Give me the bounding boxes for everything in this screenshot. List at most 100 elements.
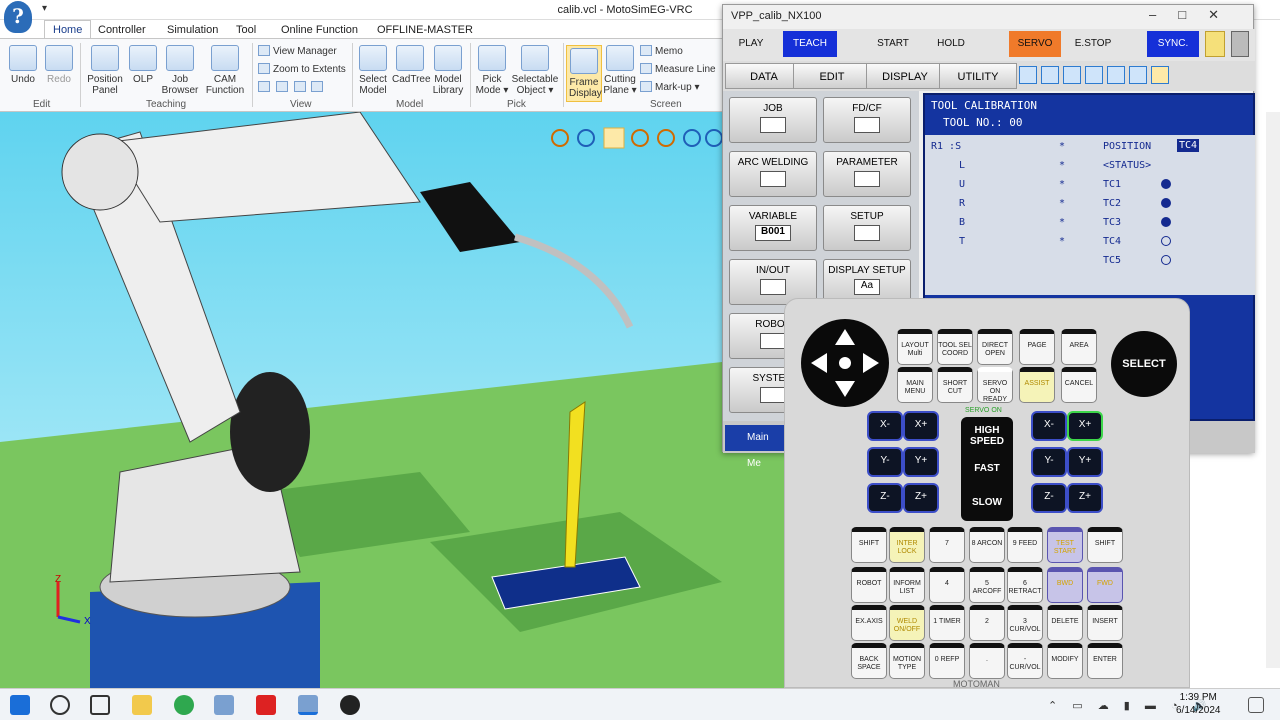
memo-button[interactable]: Memo xyxy=(640,45,683,57)
fast-key[interactable]: FAST xyxy=(961,463,1013,474)
menu-arc-welding[interactable]: ARC WELDING xyxy=(729,151,817,197)
measure-line-button[interactable]: Measure Line xyxy=(640,63,716,75)
direct-open-key[interactable]: DIRECT OPEN xyxy=(977,329,1013,365)
edit-menu-button[interactable]: EDIT xyxy=(793,63,871,89)
key-8[interactable]: 8 ARCON xyxy=(969,527,1005,563)
estop-button[interactable]: E.STOP xyxy=(1067,31,1119,57)
recorder-icon[interactable] xyxy=(340,695,360,715)
slow-key[interactable]: SLOW xyxy=(961,497,1013,508)
position-value[interactable]: TC4 xyxy=(1177,139,1200,152)
undo-button[interactable]: Undo xyxy=(6,45,40,85)
key-7[interactable]: 7 xyxy=(929,527,965,563)
job-browser-button[interactable]: Job Browser xyxy=(160,45,200,96)
high-speed-key[interactable]: HIGH SPEED xyxy=(961,425,1013,447)
menu-parameter[interactable]: PARAMETER xyxy=(823,151,911,197)
test-start-key[interactable]: TEST START xyxy=(1047,527,1083,563)
hold-button[interactable]: HOLD xyxy=(927,31,975,57)
cursor-pad[interactable] xyxy=(801,319,889,407)
page-key[interactable]: PAGE xyxy=(1019,329,1055,365)
layout-multi-key[interactable]: LAYOUT Multi xyxy=(897,329,933,365)
motosim-icon[interactable] xyxy=(298,695,318,715)
menu-fd-cf[interactable]: FD/CF xyxy=(823,97,911,143)
menu-setup[interactable]: SETUP xyxy=(823,205,911,251)
key-5[interactable]: 5 ARCOFF xyxy=(969,567,1005,603)
select-key[interactable]: SELECT xyxy=(1111,331,1177,397)
back-space-key[interactable]: BACK SPACE xyxy=(851,643,887,679)
bwd-key[interactable]: BWD xyxy=(1047,567,1083,603)
fwd-key[interactable]: FWD xyxy=(1087,567,1123,603)
key-6[interactable]: 6 RETRACT xyxy=(1007,567,1043,603)
jog-y-minus-key[interactable]: Y- xyxy=(867,447,903,477)
view-toolbar[interactable] xyxy=(551,127,722,149)
main-menu-button[interactable]: Main Me xyxy=(725,425,785,469)
play-button[interactable]: PLAY xyxy=(727,31,775,57)
window-controls[interactable]: –□✕ xyxy=(1149,7,1241,23)
chrome-icon[interactable] xyxy=(174,695,194,715)
vertical-scrollbar[interactable] xyxy=(1266,112,1280,668)
fit-icon[interactable] xyxy=(705,129,722,147)
table-icon[interactable] xyxy=(1107,66,1125,84)
area-key[interactable]: AREA xyxy=(1061,329,1097,365)
key-1[interactable]: 1 TIMER xyxy=(929,605,965,641)
model-library-button[interactable]: Model Library xyxy=(430,45,466,96)
sort-icon[interactable] xyxy=(1019,66,1037,84)
key-0[interactable]: 0 REFP xyxy=(929,643,965,679)
solidworks-icon[interactable] xyxy=(256,695,276,715)
weld-on-off-key[interactable]: WELD ON/OFF xyxy=(889,605,925,641)
jog-z-plus-key[interactable]: Z+ xyxy=(903,483,939,513)
key-4[interactable]: 4 xyxy=(929,567,965,603)
shift-key-left[interactable]: SHIFT xyxy=(851,527,887,563)
view-cube-buttons[interactable] xyxy=(258,81,326,93)
jog-y-plus-key[interactable]: Y+ xyxy=(903,447,939,477)
zoom-extents-button[interactable]: Zoom to Extents xyxy=(258,63,346,75)
tab-controller[interactable]: Controller xyxy=(92,22,152,38)
pick-mode-button[interactable]: Pick Mode ▾ xyxy=(474,45,510,96)
jog-rz-plus-key[interactable]: Z+ xyxy=(1067,483,1103,513)
notification-icon[interactable] xyxy=(1248,697,1264,713)
coord-key[interactable]: TOOL SEL COORD xyxy=(937,329,973,365)
assist-key[interactable]: ASSIST xyxy=(1019,367,1055,403)
key-9[interactable]: 9 FEED xyxy=(1007,527,1043,563)
jog-rx-plus-key[interactable]: X+ xyxy=(1067,411,1103,441)
frame-display-button[interactable]: Frame Display xyxy=(566,45,602,102)
folder-icon[interactable] xyxy=(1205,31,1225,57)
teach-button[interactable]: TEACH xyxy=(783,31,837,57)
rotate-icon[interactable] xyxy=(551,129,569,147)
cancel-key[interactable]: CANCEL xyxy=(1061,367,1097,403)
jog-rz-minus-key[interactable]: Z- xyxy=(1031,483,1067,513)
jog-x-minus-key[interactable]: X- xyxy=(867,411,903,441)
windows-start-icon[interactable] xyxy=(10,695,30,715)
motion-type-key[interactable]: MOTION TYPE xyxy=(889,643,925,679)
search-icon[interactable] xyxy=(50,695,70,715)
clock[interactable]: 1:39 PM 6/14/2024 xyxy=(1176,691,1221,717)
pan-icon[interactable] xyxy=(603,127,625,149)
markup-button[interactable]: Mark-up ▾ xyxy=(640,81,699,93)
selectable-object-button[interactable]: Selectable Object ▾ xyxy=(510,45,560,96)
display-menu-button[interactable]: DISPLAY xyxy=(866,63,944,89)
robot-icon[interactable] xyxy=(1085,66,1103,84)
servo-on-button[interactable]: SERVO ON xyxy=(1009,31,1061,75)
monitor-icon[interactable] xyxy=(1129,66,1147,84)
data-menu-button[interactable]: DATA xyxy=(725,63,803,89)
insert-key[interactable]: INSERT xyxy=(1087,605,1123,641)
cutting-plane-button[interactable]: Cutting Plane ▾ xyxy=(603,45,637,96)
view-manager-button[interactable]: View Manager xyxy=(258,45,337,57)
cadtree-button[interactable]: CadTree xyxy=(392,45,431,85)
jog-ry-minus-key[interactable]: Y- xyxy=(1031,447,1067,477)
jog-ry-plus-key[interactable]: Y+ xyxy=(1067,447,1103,477)
select-model-button[interactable]: Select Model xyxy=(356,45,390,96)
robot-key[interactable]: ROBOT xyxy=(851,567,887,603)
tab-tool[interactable]: Tool xyxy=(230,22,262,38)
start-button[interactable]: START xyxy=(869,31,917,57)
main-menu-key[interactable]: MAIN MENU xyxy=(897,367,933,403)
chart-icon[interactable] xyxy=(1063,66,1081,84)
tab-online-function[interactable]: Online Function xyxy=(275,22,364,38)
3d-viewport[interactable]: Z X xyxy=(0,112,722,688)
orbit-icon[interactable] xyxy=(657,129,675,147)
inform-list-key[interactable]: INFORM LIST xyxy=(889,567,925,603)
jog-x-plus-key[interactable]: X+ xyxy=(903,411,939,441)
interlock-key[interactable]: INTER LOCK xyxy=(889,527,925,563)
utility-menu-button[interactable]: UTILITY xyxy=(939,63,1017,89)
modify-key[interactable]: MODIFY xyxy=(1047,643,1083,679)
olp-button[interactable]: OLP xyxy=(128,45,158,85)
